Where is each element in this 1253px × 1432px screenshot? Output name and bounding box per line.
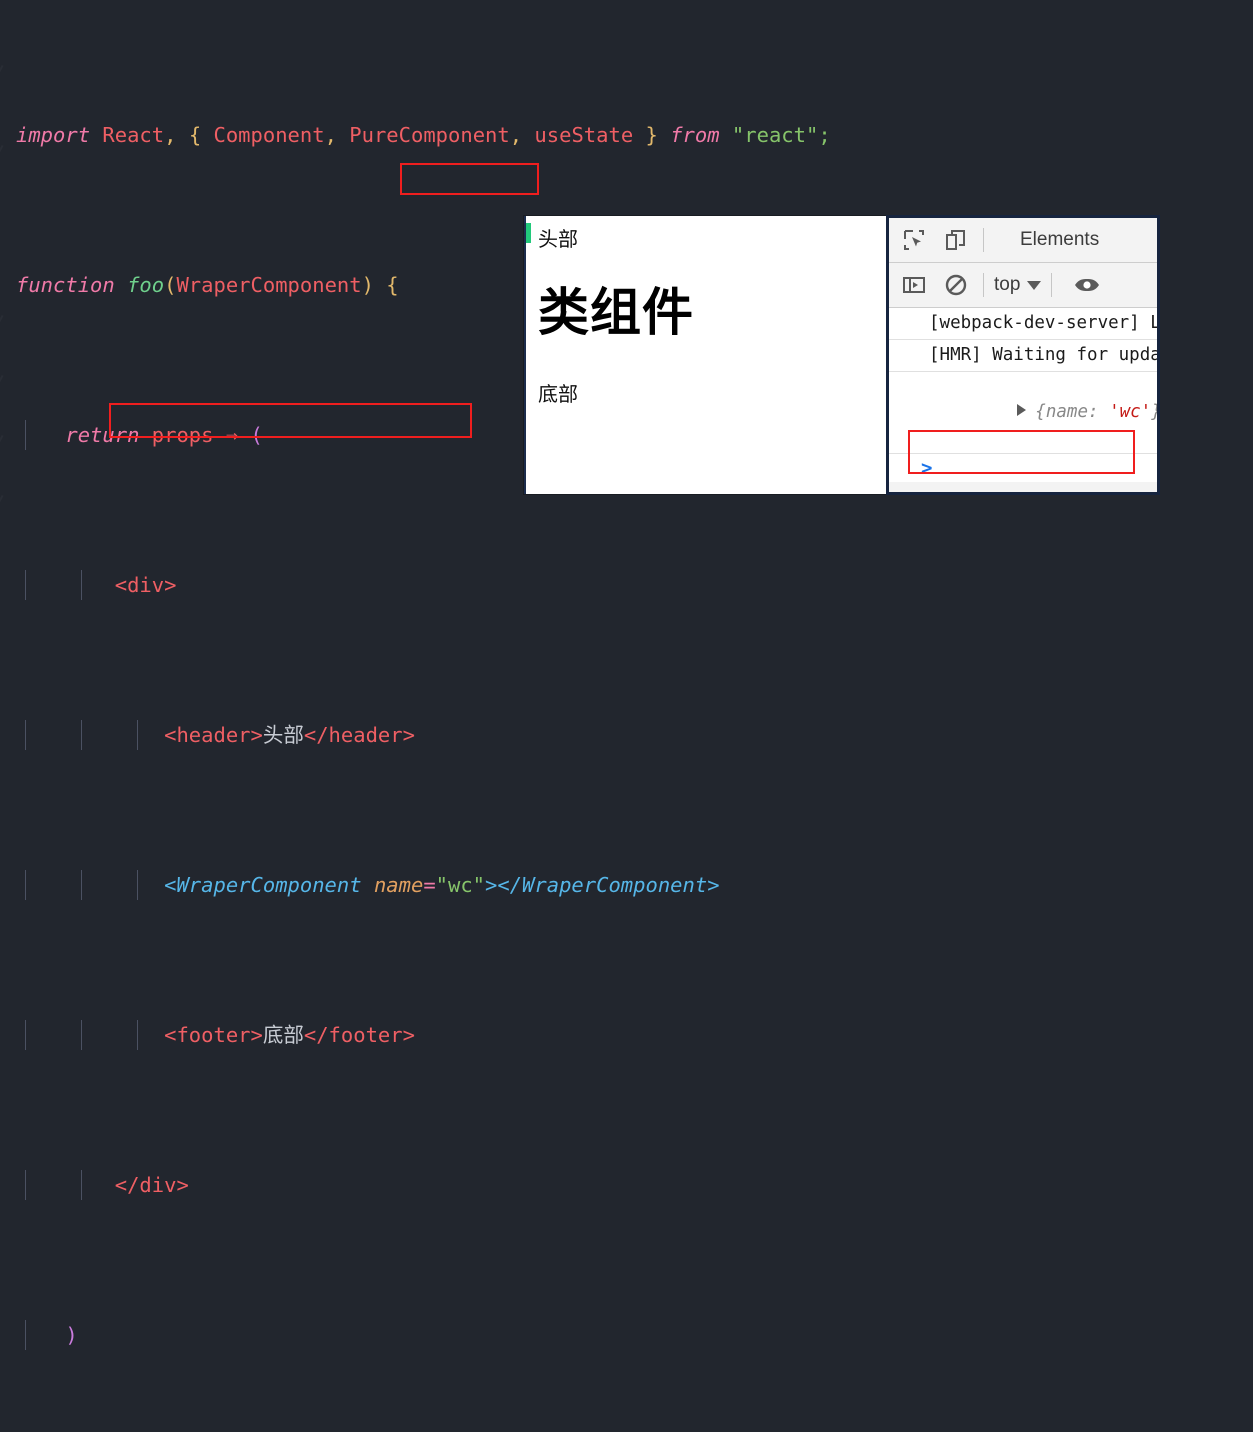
code-line[interactable]: <div>: [0, 570, 1253, 600]
sp: [238, 423, 250, 447]
toolbar-separator: [983, 273, 984, 297]
object-suffix: }: [1151, 402, 1157, 422]
code-line[interactable]: <header>头部</header>: [0, 720, 1253, 750]
token-from: from: [670, 123, 720, 147]
token-import: import: [16, 123, 91, 147]
preview-header-text: 头部: [538, 229, 578, 251]
token-paren-open: (: [164, 273, 177, 297]
sp: [658, 123, 670, 147]
devtools-main-toolbar[interactable]: Elements: [889, 218, 1157, 263]
token-comma: ,: [164, 123, 177, 147]
sp: [522, 123, 534, 147]
token-footer-open: <footer>: [164, 1023, 263, 1047]
token-header-close: </header>: [303, 723, 415, 747]
sp: [115, 273, 127, 297]
code-line[interactable]: <footer>底部</footer>: [0, 1020, 1253, 1050]
toolbar-separator: [1051, 273, 1053, 297]
sp: [214, 423, 226, 447]
code-line[interactable]: </div>: [0, 1170, 1253, 1200]
token-props: props: [151, 423, 214, 447]
sp: [720, 123, 732, 147]
live-expression-eye-icon[interactable]: [1070, 270, 1104, 300]
token-footer-text: 底部: [262, 1023, 304, 1047]
token-div-close: </div>: [114, 1173, 189, 1197]
token-brace-close: }: [645, 123, 658, 147]
console-prompt[interactable]: >: [889, 454, 1157, 482]
token-paren-brace: ) {: [361, 273, 399, 297]
token-div-open: <div>: [114, 573, 177, 597]
console-object-message[interactable]: {name: 'wc'}: [889, 372, 1157, 454]
token-component: Component: [213, 123, 325, 147]
preview-heading: 类组件: [538, 284, 695, 341]
token-wc-attr-eq: =: [423, 873, 436, 897]
token-comma: ,: [324, 123, 337, 147]
token-open-paren: (: [250, 423, 263, 447]
token-brace-open: {: [188, 123, 202, 147]
token-react: React: [102, 123, 165, 147]
code-line[interactable]: ): [0, 1320, 1253, 1350]
object-prefix: {name:: [1035, 402, 1110, 422]
tab-elements[interactable]: Elements: [1020, 229, 1099, 251]
sp: [139, 423, 151, 447]
screenshot-root: import React, { Component, PureComponent…: [0, 0, 1253, 1350]
token-wc-attr-value: "wc": [435, 873, 486, 897]
preview-marker-icon: [526, 223, 531, 243]
inspect-element-icon[interactable]: [897, 225, 931, 255]
token-wc-attr-name: name: [373, 873, 424, 897]
token-wc-tag-close: </WraperComponent>: [497, 873, 720, 897]
console-message[interactable]: [HMR] Waiting for update signal from WDS…: [889, 340, 1157, 372]
token-wrapercomponent-param: WraperComponent: [176, 273, 362, 297]
token-foo: foo: [127, 273, 165, 297]
devtools-panel[interactable]: Elements top [webpack-dev-server] L [HMR…: [886, 215, 1160, 495]
sp: [201, 123, 213, 147]
expand-triangle-icon[interactable]: [1017, 404, 1027, 416]
console-message[interactable]: [webpack-dev-server] Live Reloading enab…: [889, 308, 1157, 340]
sp: [176, 123, 188, 147]
token-purecomponent: PureComponent: [349, 123, 510, 147]
token-arrow: ⇒: [225, 423, 239, 447]
preview-footer-text: 底部: [538, 384, 578, 406]
console-context-selector[interactable]: top: [994, 274, 1042, 296]
clear-console-icon[interactable]: [939, 270, 973, 300]
token-wc-gt: >: [485, 873, 498, 897]
token-function: function: [16, 273, 115, 297]
console-context-label: top: [994, 274, 1021, 295]
sp: [633, 123, 645, 147]
token-header-open: <header>: [164, 723, 263, 747]
browser-preview-panel[interactable]: 头部 类组件 底部: [524, 216, 888, 494]
token-header-text: 头部: [262, 723, 304, 747]
token-footer-close: </footer>: [303, 1023, 415, 1047]
token-usestate: useState: [534, 123, 634, 147]
sp: [337, 123, 349, 147]
chevron-down-icon: [1027, 280, 1042, 290]
devtools-console-toolbar[interactable]: top: [889, 263, 1157, 308]
code-line[interactable]: import React, { Component, PureComponent…: [0, 120, 1253, 150]
console-sidebar-icon[interactable]: [897, 270, 931, 300]
toolbar-separator: [983, 228, 984, 252]
token-comma: ,: [509, 123, 523, 147]
object-value: 'wc': [1109, 402, 1152, 422]
token-react-string: "react";: [731, 123, 831, 147]
device-toolbar-icon[interactable]: [939, 225, 973, 255]
console-output[interactable]: [webpack-dev-server] Live Reloading enab…: [889, 308, 1157, 482]
code-line[interactable]: <WraperComponent name="wc"></WraperCompo…: [0, 870, 1253, 900]
token-close-paren: ): [65, 1323, 78, 1347]
token-wc-tag-open: <WraperComponent: [164, 873, 362, 897]
sp: [362, 873, 374, 897]
token-return: return: [65, 423, 140, 447]
